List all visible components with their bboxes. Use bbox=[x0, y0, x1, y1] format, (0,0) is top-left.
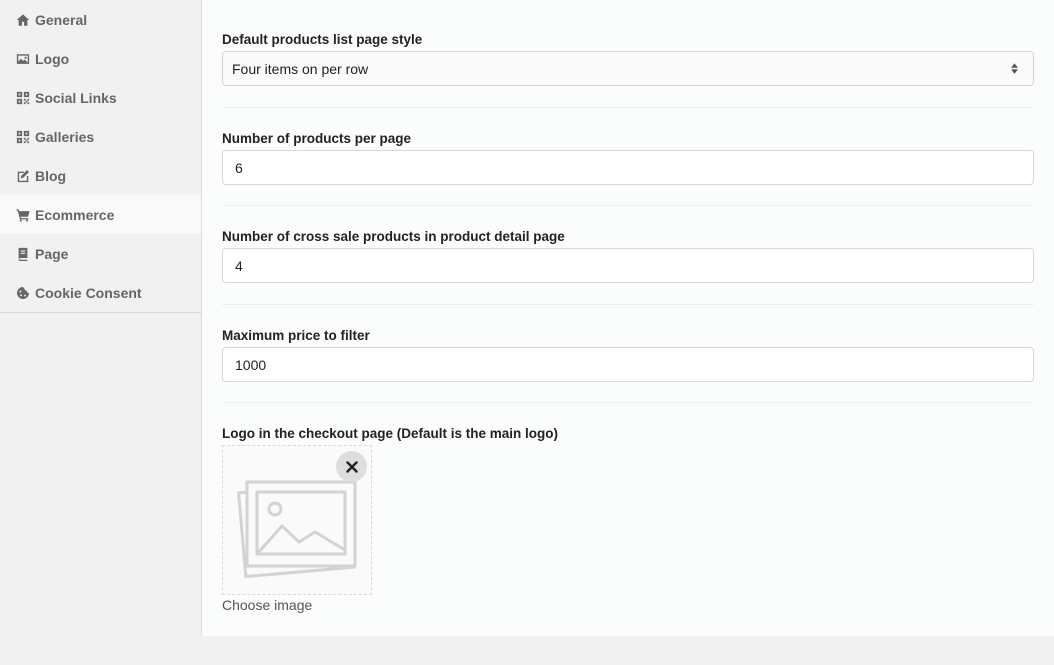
max-price-label: Maximum price to filter bbox=[222, 328, 370, 343]
sidebar-item-galleries[interactable]: Galleries bbox=[0, 117, 201, 156]
sidebar-item-label: Page bbox=[35, 245, 69, 262]
sidebar-item-label: Social Links bbox=[35, 89, 117, 106]
close-icon bbox=[345, 460, 358, 473]
sidebar-item-label: Cookie Consent bbox=[35, 284, 142, 301]
qrcode-icon bbox=[15, 90, 30, 105]
list-style-group: Default products list page style Four it… bbox=[222, 32, 1034, 86]
remove-image-button[interactable] bbox=[336, 451, 367, 482]
sidebar-item-blog[interactable]: Blog bbox=[0, 156, 201, 195]
sidebar-item-logo[interactable]: Logo bbox=[0, 39, 201, 78]
per-page-group: Number of products per page 6 bbox=[222, 131, 1034, 185]
cross-sale-input[interactable]: 4 bbox=[222, 248, 1034, 283]
edit-icon bbox=[15, 168, 30, 183]
sidebar-item-label: Galleries bbox=[35, 128, 95, 145]
image-placeholder-icon bbox=[237, 480, 357, 578]
per-page-value: 6 bbox=[235, 159, 243, 176]
select-arrows-icon bbox=[1011, 63, 1018, 74]
sidebar-item-label: Logo bbox=[35, 50, 70, 67]
per-page-label: Number of products per page bbox=[222, 131, 412, 146]
section-divider bbox=[222, 107, 1034, 108]
settings-sidebar: General Logo Social Links Galleries Blog bbox=[0, 0, 202, 636]
home-icon bbox=[15, 12, 30, 27]
ecommerce-settings-panel: Default products list page style Four it… bbox=[202, 0, 1054, 636]
book-icon bbox=[15, 246, 30, 261]
sidebar-item-page[interactable]: Page bbox=[0, 234, 201, 273]
max-price-value: 1000 bbox=[235, 356, 267, 373]
sidebar-item-general[interactable]: General bbox=[0, 0, 201, 39]
checkout-logo-preview[interactable] bbox=[222, 445, 372, 595]
max-price-group: Maximum price to filter 1000 bbox=[222, 328, 1034, 382]
list-style-selected-value: Four items on per row bbox=[232, 60, 369, 77]
cross-sale-value: 4 bbox=[235, 257, 243, 274]
section-divider bbox=[222, 402, 1034, 403]
cart-icon bbox=[15, 207, 30, 222]
choose-image-link[interactable]: Choose image bbox=[222, 597, 312, 613]
cross-sale-label: Number of cross sale products in product… bbox=[222, 229, 565, 244]
list-style-label: Default products list page style bbox=[222, 32, 423, 47]
sidebar-item-label: Ecommerce bbox=[35, 206, 115, 223]
sidebar-item-social-links[interactable]: Social Links bbox=[0, 78, 201, 117]
page-bottom-area bbox=[202, 636, 1054, 665]
checkout-logo-label: Logo in the checkout page (Default is th… bbox=[222, 426, 559, 441]
cross-sale-group: Number of cross sale products in product… bbox=[222, 229, 1034, 283]
image-icon bbox=[15, 51, 30, 66]
sidebar-item-ecommerce[interactable]: Ecommerce bbox=[0, 195, 201, 234]
sidebar-item-label: General bbox=[35, 11, 88, 28]
list-style-select[interactable]: Four items on per row bbox=[222, 51, 1034, 86]
qrcode-icon bbox=[15, 129, 30, 144]
sidebar-list: General Logo Social Links Galleries Blog bbox=[0, 0, 201, 313]
max-price-input[interactable]: 1000 bbox=[222, 347, 1034, 382]
sidebar-item-cookie-consent[interactable]: Cookie Consent bbox=[0, 273, 201, 312]
cookie-icon bbox=[15, 285, 30, 300]
section-divider bbox=[222, 304, 1034, 305]
per-page-input[interactable]: 6 bbox=[222, 150, 1034, 185]
checkout-logo-group: Logo in the checkout page (Default is th… bbox=[222, 426, 1034, 445]
section-divider bbox=[222, 205, 1034, 206]
sidebar-item-label: Blog bbox=[35, 167, 67, 184]
